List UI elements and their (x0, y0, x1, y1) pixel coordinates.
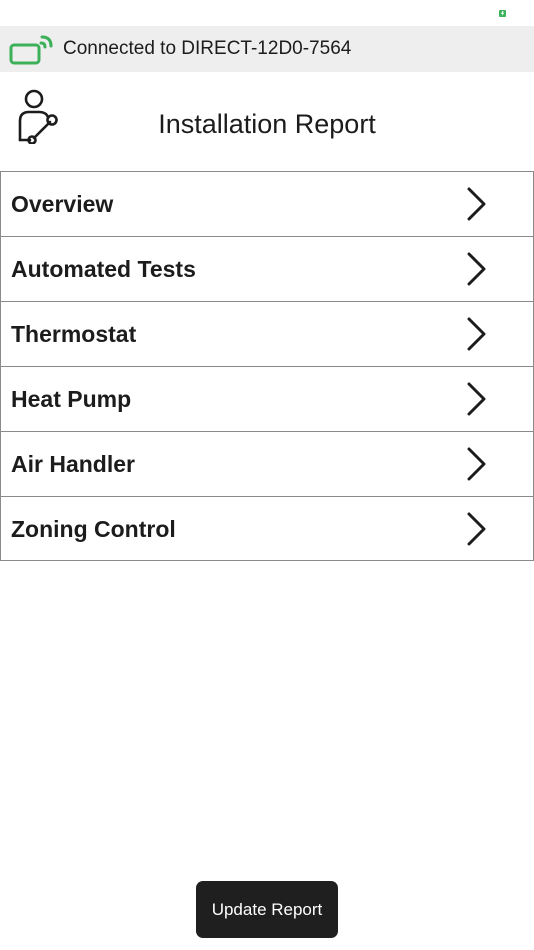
connection-status-bar: Connected to DIRECT-12D0-7564 (0, 26, 534, 72)
report-sections-list: Overview Automated Tests Thermostat Heat… (0, 171, 534, 561)
chevron-right-icon (467, 447, 486, 481)
chevron-right-icon (467, 382, 486, 416)
chevron-right-icon (467, 252, 486, 286)
menu-item-heat-pump[interactable]: Heat Pump (0, 366, 534, 431)
menu-item-air-handler[interactable]: Air Handler (0, 431, 534, 496)
page-header: Installation Report (0, 72, 534, 172)
menu-item-overview[interactable]: Overview (0, 171, 534, 236)
menu-item-label: Air Handler (11, 451, 135, 477)
menu-item-label: Thermostat (11, 321, 137, 347)
update-report-button[interactable]: Update Report (196, 881, 338, 938)
menu-item-label: Zoning Control (11, 516, 176, 542)
menu-item-zoning-control[interactable]: Zoning Control (0, 496, 534, 561)
menu-item-automated-tests[interactable]: Automated Tests (0, 236, 534, 301)
battery-charging-icon (499, 10, 506, 17)
menu-item-label: Heat Pump (11, 386, 132, 412)
chevron-right-icon (467, 317, 486, 351)
page-title: Installation Report (158, 109, 376, 139)
connection-status-text: Connected to DIRECT-12D0-7564 (63, 38, 352, 59)
chevron-right-icon (467, 512, 486, 546)
menu-item-label: Automated Tests (11, 256, 196, 282)
chevron-right-icon (467, 187, 486, 221)
menu-item-thermostat[interactable]: Thermostat (0, 301, 534, 366)
menu-item-label: Overview (11, 191, 114, 217)
wifi-connected-device-icon (9, 35, 53, 65)
status-bar (0, 0, 534, 26)
